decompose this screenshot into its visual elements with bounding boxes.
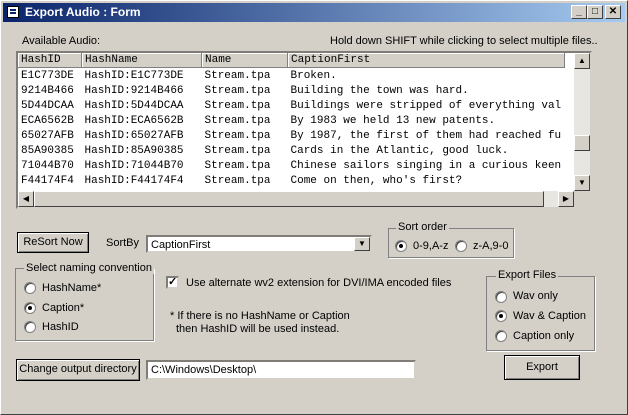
naming-note-line1: * If there is no HashName or Caption: [170, 310, 350, 322]
title-bar[interactable]: Export Audio : Form _ □ ✕: [3, 3, 625, 22]
sort-desc-radio[interactable]: [455, 240, 467, 252]
horizontal-scrollbar[interactable]: ◀ ▶: [18, 191, 574, 207]
chevron-down-icon[interactable]: ▼: [354, 237, 370, 251]
naming-caption-radio[interactable]: [24, 302, 36, 314]
scroll-up-icon[interactable]: ▲: [574, 53, 590, 69]
column-header-hashid[interactable]: HashID: [18, 53, 82, 68]
window-title: Export Audio : Form: [25, 5, 141, 19]
minimize-button[interactable]: _: [571, 5, 587, 19]
sort-by-select[interactable]: CaptionFirst ▼: [146, 235, 372, 253]
naming-convention-title: Select naming convention: [24, 262, 154, 274]
column-header-hashname[interactable]: HashName: [81, 53, 202, 68]
naming-hashname-radio[interactable]: [24, 282, 36, 294]
export-wav-only-radio[interactable]: [495, 291, 507, 303]
sort-order-title: Sort order: [396, 221, 449, 233]
resort-now-button[interactable]: ReSort Now: [17, 232, 89, 253]
sort-asc-label[interactable]: 0-9,A-z: [413, 240, 448, 252]
export-wav-caption-label[interactable]: Wav & Caption: [513, 310, 586, 322]
sort-asc-radio[interactable]: [395, 240, 407, 252]
export-caption-only-label[interactable]: Caption only: [513, 330, 574, 342]
list-item[interactable]: ECA6562B HashID:ECA6562B Stream.tpa By 1983…: [18, 113, 565, 128]
alt-ext-label[interactable]: Use alternate wv2 extension for DVI/IMA …: [186, 277, 451, 289]
scroll-right-icon[interactable]: ▶: [558, 191, 574, 207]
scroll-left-icon[interactable]: ◀: [18, 191, 34, 207]
change-output-directory-button[interactable]: Change output directory: [16, 359, 140, 381]
list-item[interactable]: 85A90385 HashID:85A90385 Stream.tpa Cards i…: [18, 143, 565, 158]
scroll-down-icon[interactable]: ▼: [574, 175, 590, 191]
list-item[interactable]: 65027AFB HashID:65027AFB Stream.tpa By 1987…: [18, 128, 565, 143]
naming-hashname-label[interactable]: HashName*: [42, 282, 101, 294]
export-files-title: Export Files: [496, 269, 559, 281]
list-item[interactable]: 71044B70 HashID:71044B70 Stream.tpa Chinese…: [18, 158, 565, 173]
sort-by-value: CaptionFirst: [151, 239, 211, 251]
horizontal-scroll-thumb[interactable]: [34, 191, 544, 207]
form-icon: [7, 6, 19, 18]
export-wav-caption-radio[interactable]: [495, 310, 507, 322]
naming-hashid-label[interactable]: HashID: [42, 321, 79, 333]
sort-desc-label[interactable]: z-A,9-0: [473, 240, 508, 252]
export-caption-only-radio[interactable]: [495, 330, 507, 342]
audio-list[interactable]: HashID HashName Name CaptionFirst E1C773…: [16, 51, 592, 209]
export-wav-only-label[interactable]: Wav only: [513, 290, 558, 302]
list-item[interactable]: 5D44DCAA HashID:5D44DCAA Stream.tpa Buildin…: [18, 98, 565, 113]
vertical-scrollbar[interactable]: ▲ ▼: [574, 53, 590, 191]
close-button[interactable]: ✕: [605, 5, 621, 19]
scrollbar-corner: [574, 191, 590, 207]
list-item[interactable]: E1C773DE HashID:E1C773DE Stream.tpa Broken.: [18, 68, 565, 84]
naming-note-line2: then HashID will be used instead.: [176, 323, 340, 335]
available-audio-label: Available Audio:: [22, 35, 101, 47]
naming-hashid-radio[interactable]: [24, 321, 36, 333]
output-directory-field[interactable]: C:\Windows\Desktop\: [146, 360, 416, 380]
column-header-captionfirst[interactable]: CaptionFirst: [287, 53, 565, 68]
column-header-name[interactable]: Name: [201, 53, 288, 68]
sort-by-label: SortBy: [106, 237, 140, 249]
multi-select-hint: Hold down SHIFT while clicking to select…: [330, 35, 598, 47]
naming-caption-label[interactable]: Caption*: [42, 302, 84, 314]
vertical-scroll-thumb[interactable]: [574, 135, 590, 151]
list-item[interactable]: F44174F4 HashID:F44174F4 Stream.tpa Come on…: [18, 173, 565, 188]
naming-convention-group: [15, 268, 154, 341]
alt-ext-checkbox[interactable]: ✓: [166, 276, 179, 289]
output-directory-value: C:\Windows\Desktop\: [151, 364, 257, 376]
export-button[interactable]: Export: [504, 355, 580, 380]
list-item[interactable]: 9214B466 HashID:9214B466 Stream.tpa Buildin…: [18, 83, 565, 98]
maximize-button[interactable]: □: [587, 5, 603, 19]
